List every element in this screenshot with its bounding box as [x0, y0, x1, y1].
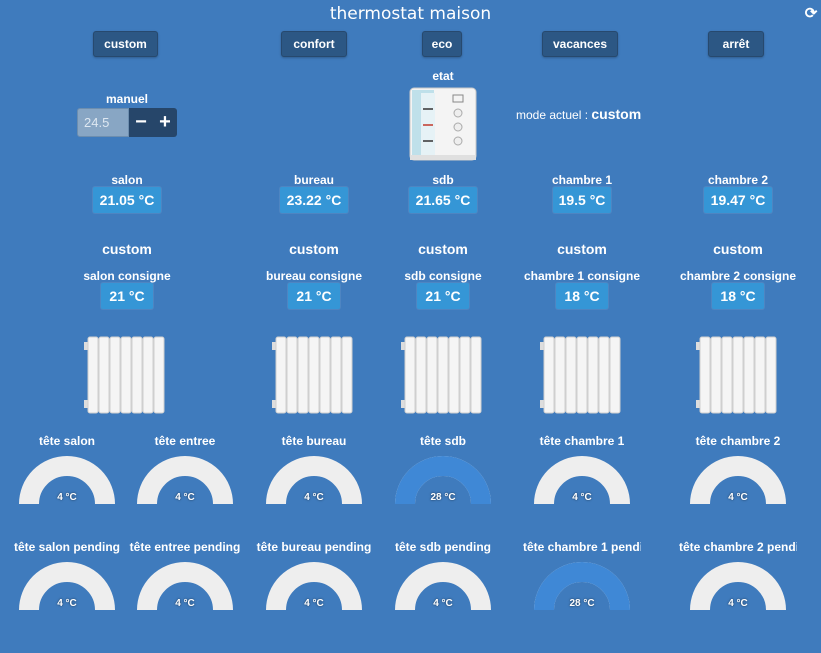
room-consigne-label-chambre-2: chambre 2 consigne — [679, 269, 797, 283]
room-temp-sdb: 21.65 °C — [409, 187, 477, 213]
mode-button-arret[interactable]: arrêt — [708, 31, 764, 57]
manual-setpoint-input[interactable]: 24.5 — [77, 108, 129, 137]
gauge-value-tete-chambre-1: 4 °C — [572, 492, 592, 503]
room-consigne-chambre-1[interactable]: 18 °C — [556, 283, 608, 309]
room-consigne-label-bureau: bureau consigne — [265, 269, 363, 283]
gauge-label-tete-bureau: tête bureau — [281, 434, 347, 448]
room-mode-sdb: custom — [418, 241, 468, 257]
room-temp-chambre-1: 19.5 °C — [553, 187, 611, 213]
room-consigne-salon[interactable]: 21 °C — [101, 283, 153, 309]
radiator-icon — [84, 334, 168, 416]
room-consigne-bureau[interactable]: 21 °C — [288, 283, 340, 309]
room-mode-bureau: custom — [289, 241, 339, 257]
room-mode-chambre-2: custom — [713, 241, 763, 257]
room-consigne-label-salon: salon consigne — [83, 269, 171, 283]
gauge-label-tete-chambre-1: tête chambre 1 — [539, 434, 625, 448]
gauge-value-tete-chambre-2: 4 °C — [728, 492, 748, 503]
mode-button-eco[interactable]: eco — [422, 31, 462, 57]
room-temp-salon: 21.05 °C — [93, 187, 161, 213]
gauge-value-tete-salon-pending: 4 °C — [57, 598, 77, 609]
room-name-bureau: bureau — [293, 173, 334, 187]
room-mode-chambre-1: custom — [557, 241, 607, 257]
gauge-value-tete-sdb: 28 °C — [430, 492, 456, 503]
room-consigne-label-sdb: sdb consigne — [404, 269, 482, 283]
gauge-label-tete-salon: tête salon — [38, 434, 95, 448]
gauge-label-tete-chambre-2-pending: tête chambre 2 pending — [679, 540, 797, 554]
gauge-label-tete-bureau-pending: tête bureau pending — [256, 540, 372, 554]
manual-label: manuel — [105, 92, 148, 106]
gauge-value-tete-chambre-2-pending: 4 °C — [728, 598, 748, 609]
gauge-label-tete-chambre-2: tête chambre 2 — [695, 434, 781, 448]
radiator-icon — [272, 334, 356, 416]
refresh-icon[interactable]: ⟳ — [803, 6, 819, 22]
gauge-value-tete-entree: 4 °C — [175, 492, 195, 503]
room-temp-bureau: 23.22 °C — [280, 187, 348, 213]
gauge-label-tete-salon-pending: tête salon pending — [13, 540, 120, 554]
room-consigne-label-chambre-1: chambre 1 consigne — [523, 269, 641, 283]
gauge-label-tete-sdb-pending: tête sdb pending — [395, 540, 491, 554]
room-name-chambre-1: chambre 1 — [551, 173, 613, 187]
current-mode-prefix: mode actuel : — [516, 108, 592, 122]
gauge-value-tete-entree-pending: 4 °C — [175, 598, 195, 609]
mode-button-custom[interactable]: custom — [93, 31, 158, 57]
radiator-icon — [540, 334, 624, 416]
gauge-value-tete-salon: 4 °C — [57, 492, 77, 503]
room-consigne-sdb[interactable]: 21 °C — [417, 283, 469, 309]
room-name-chambre-2: chambre 2 — [707, 173, 769, 187]
mode-button-vacances[interactable]: vacances — [542, 31, 618, 57]
room-temp-chambre-2: 19.47 °C — [704, 187, 772, 213]
gauge-value-tete-sdb-pending: 4 °C — [433, 598, 453, 609]
gauge-label-tete-chambre-1-pending: tête chambre 1 pending — [523, 540, 641, 554]
gauge-label-tete-sdb: tête sdb — [419, 434, 466, 448]
gauge-value-tete-bureau-pending: 4 °C — [304, 598, 324, 609]
current-mode: mode actuel : custom — [516, 106, 641, 122]
room-name-sdb: sdb — [432, 173, 454, 187]
radiator-icon — [401, 334, 485, 416]
etat-label: etat — [432, 69, 454, 83]
gauge-label-tete-entree-pending: tête entree pending — [129, 540, 241, 554]
page-title: thermostat maison — [329, 4, 492, 24]
room-mode-salon: custom — [102, 241, 152, 257]
mode-button-confort[interactable]: confort — [281, 31, 347, 57]
radiator-icon — [696, 334, 780, 416]
gauge-value-tete-chambre-1-pending: 28 °C — [569, 598, 595, 609]
increment-button[interactable]: + — [153, 108, 177, 137]
room-consigne-chambre-2[interactable]: 18 °C — [712, 283, 764, 309]
gauge-label-tete-entree: tête entree — [154, 434, 216, 448]
decrement-button[interactable]: − — [129, 108, 153, 137]
current-mode-value: custom — [591, 106, 642, 122]
gauge-value-tete-bureau: 4 °C — [304, 492, 324, 503]
room-name-salon: salon — [111, 173, 143, 187]
thermostat-device-icon — [409, 87, 477, 161]
